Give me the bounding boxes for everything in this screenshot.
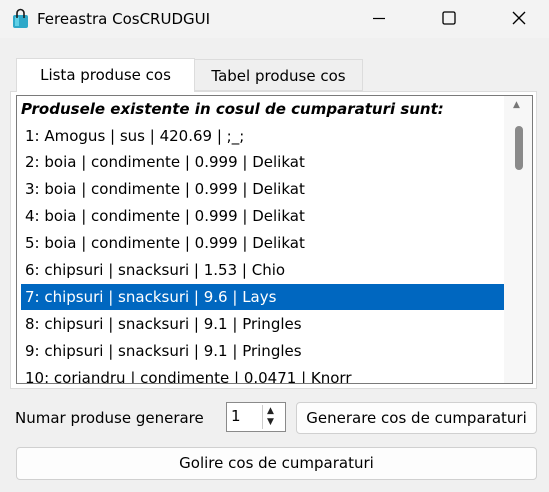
list-item[interactable]: 1: Amogus | sus | 420.69 | ;_; — [21, 123, 506, 149]
spin-down-arrow-icon[interactable]: ▼ — [267, 417, 274, 427]
spinbox-value[interactable]: 1 — [231, 407, 241, 425]
list-item[interactable]: 2: boia | condimente | 0.999 | Delikat — [21, 149, 506, 175]
minimize-button[interactable] — [356, 0, 402, 36]
scroll-thumb[interactable] — [515, 126, 523, 170]
numar-produse-spinbox[interactable]: 1 ▲ ▼ — [226, 402, 286, 432]
list-item[interactable]: 6: chipsuri | snacksuri | 1.53 | Chio — [21, 257, 506, 283]
spin-arrows: ▲ ▼ — [262, 405, 283, 429]
list-item[interactable]: 4: boia | condimente | 0.999 | Delikat — [21, 203, 506, 229]
maximize-button[interactable] — [426, 0, 472, 36]
golire-cos-button[interactable]: Golire cos de cumparaturi — [16, 447, 537, 480]
products-listbox[interactable]: Produsele existente in cosul de cumparat… — [16, 95, 533, 384]
tab-lista-produse-cos[interactable]: Lista produse cos — [16, 58, 195, 92]
scroll-up-arrow-icon[interactable]: ▲ — [513, 100, 520, 110]
list-item[interactable]: 8: chipsuri | snacksuri | 9.1 | Pringles — [21, 311, 506, 337]
numar-produse-label: Numar produse generare — [15, 409, 204, 427]
spin-up-arrow-icon[interactable]: ▲ — [267, 406, 274, 416]
title-bar: Fereastra CosCRUDGUI — [0, 0, 549, 38]
generare-cos-button[interactable]: Generare cos de cumparaturi — [296, 402, 537, 434]
close-button[interactable] — [496, 0, 542, 36]
shopping-bag-icon — [10, 8, 32, 30]
list-item-selected[interactable]: 7: chipsuri | snacksuri | 9.6 | Lays — [21, 284, 506, 310]
tab-tabel-produse-cos[interactable]: Tabel produse cos — [195, 59, 363, 91]
close-icon — [512, 11, 526, 25]
list-item[interactable]: 5: boia | condimente | 0.999 | Delikat — [21, 230, 506, 256]
maximize-icon — [442, 11, 456, 25]
vertical-scrollbar[interactable]: ▲ — [504, 96, 532, 383]
minimize-icon — [373, 17, 385, 20]
list-item[interactable]: 9: chipsuri | snacksuri | 9.1 | Pringles — [21, 338, 506, 364]
list-item[interactable]: 3: boia | condimente | 0.999 | Delikat — [21, 176, 506, 202]
list-item[interactable]: 10: coriandru | condimente | 0.0471 | Kn… — [21, 365, 506, 383]
window-title: Fereastra CosCRUDGUI — [37, 10, 211, 28]
list-header: Produsele existente in cosul de cumparat… — [21, 100, 444, 118]
